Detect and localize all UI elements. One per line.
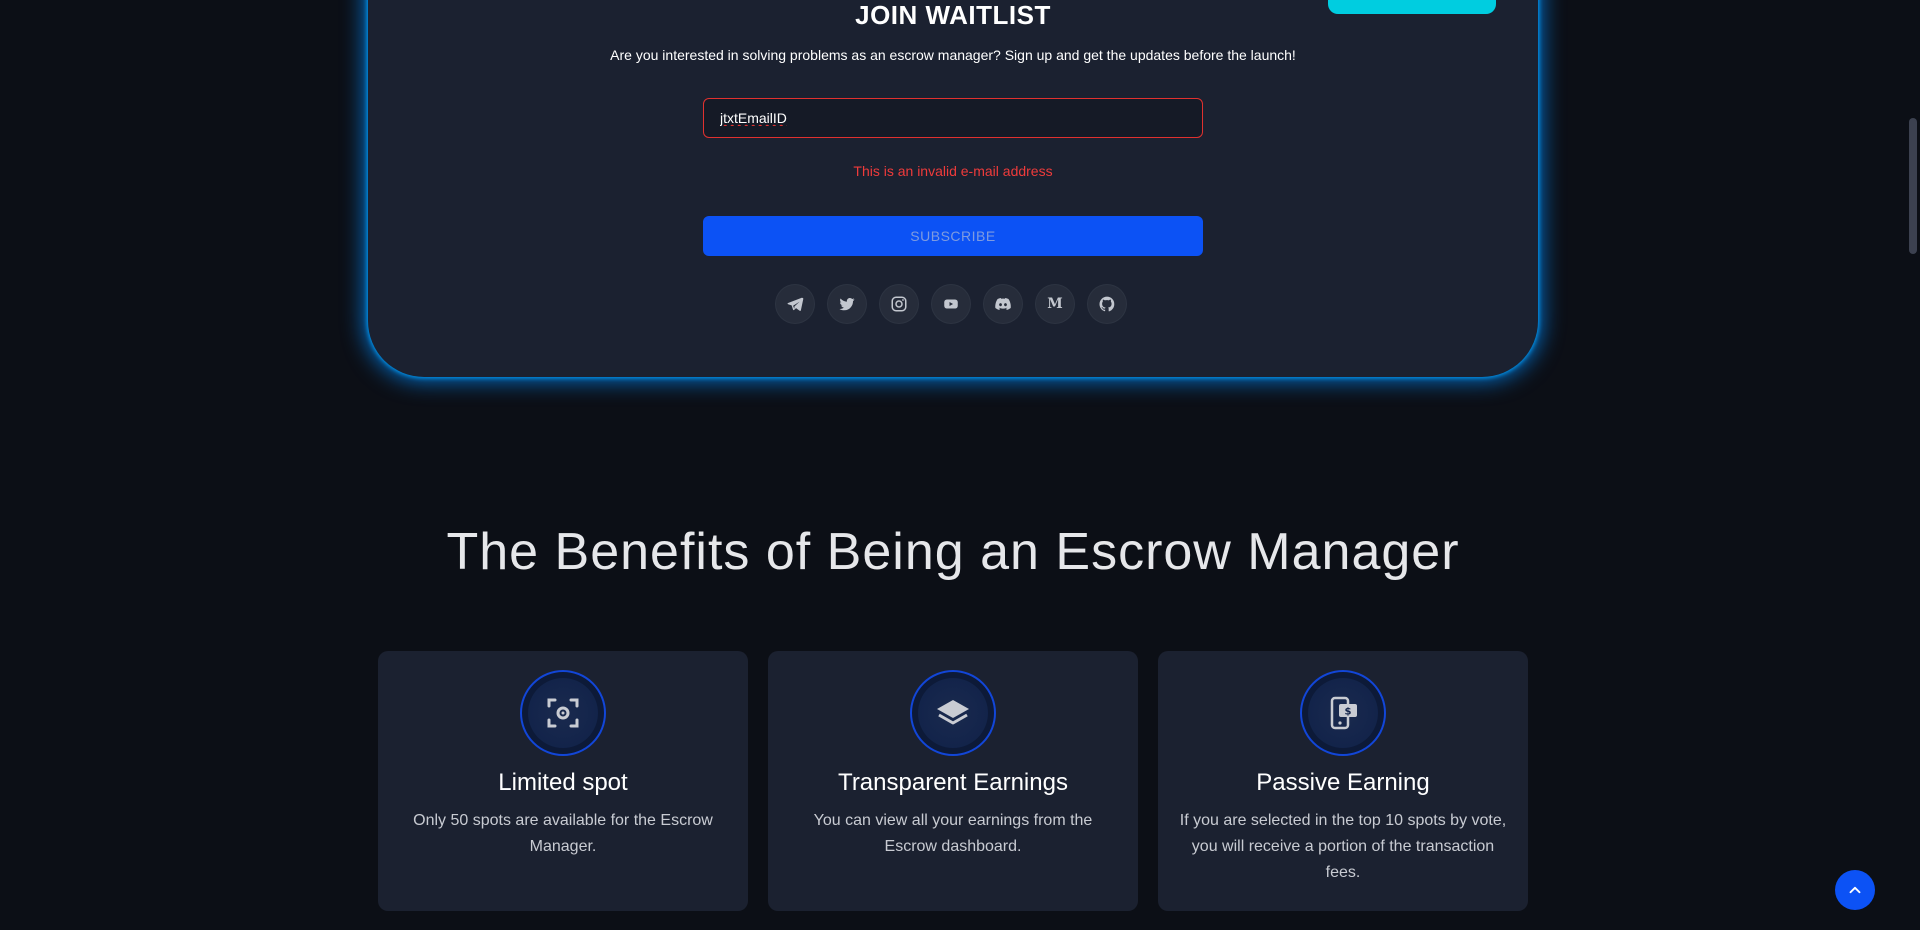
page: JOIN WAITLIST Are you interested in solv… — [0, 0, 1920, 930]
mobile-payment-icon: $ — [1300, 670, 1386, 756]
layers-icon — [910, 670, 996, 756]
scroll-to-top-button[interactable] — [1835, 870, 1875, 910]
email-input[interactable] — [703, 98, 1203, 138]
scrollbar-thumb[interactable] — [1909, 118, 1917, 254]
instagram-icon[interactable] — [880, 285, 918, 323]
github-icon[interactable] — [1088, 285, 1126, 323]
benefit-card-transparent-earnings: Transparent Earnings You can view all yo… — [768, 651, 1138, 911]
telegram-icon[interactable] — [776, 285, 814, 323]
benefit-card-limited-spot: Limited spot Only 50 spots are available… — [378, 651, 748, 911]
benefit-title: Transparent Earnings — [838, 769, 1068, 796]
benefit-title: Limited spot — [498, 769, 628, 796]
benefit-text: If you are selected in the top 10 spots … — [1179, 812, 1507, 881]
discord-icon[interactable] — [984, 285, 1022, 323]
waitlist-subtitle: Are you interested in solving problems a… — [610, 47, 1296, 63]
svg-text:$: $ — [1345, 707, 1352, 718]
subscribe-button[interactable]: SUBSCRIBE — [703, 216, 1203, 256]
social-links: M — [776, 285, 1126, 323]
twitter-icon[interactable] — [828, 285, 866, 323]
waitlist-title: JOIN WAITLIST — [855, 0, 1051, 30]
screenshot-target-icon — [520, 670, 606, 756]
benefit-text: Only 50 spots are available for the Escr… — [413, 812, 713, 855]
medium-glyph: M — [1047, 296, 1063, 312]
email-error-message: This is an invalid e-mail address — [853, 163, 1053, 179]
benefit-text: You can view all your earnings from the … — [813, 812, 1093, 855]
medium-icon[interactable]: M — [1036, 285, 1074, 323]
benefit-title: Passive Earning — [1256, 769, 1430, 796]
benefits-heading: The Benefits of Being an Escrow Manager — [446, 523, 1460, 581]
chevron-up-icon — [1849, 886, 1861, 894]
benefit-card-passive-earning: $ Passive Earning If you are selected in… — [1158, 651, 1528, 911]
youtube-icon[interactable] — [932, 285, 970, 323]
